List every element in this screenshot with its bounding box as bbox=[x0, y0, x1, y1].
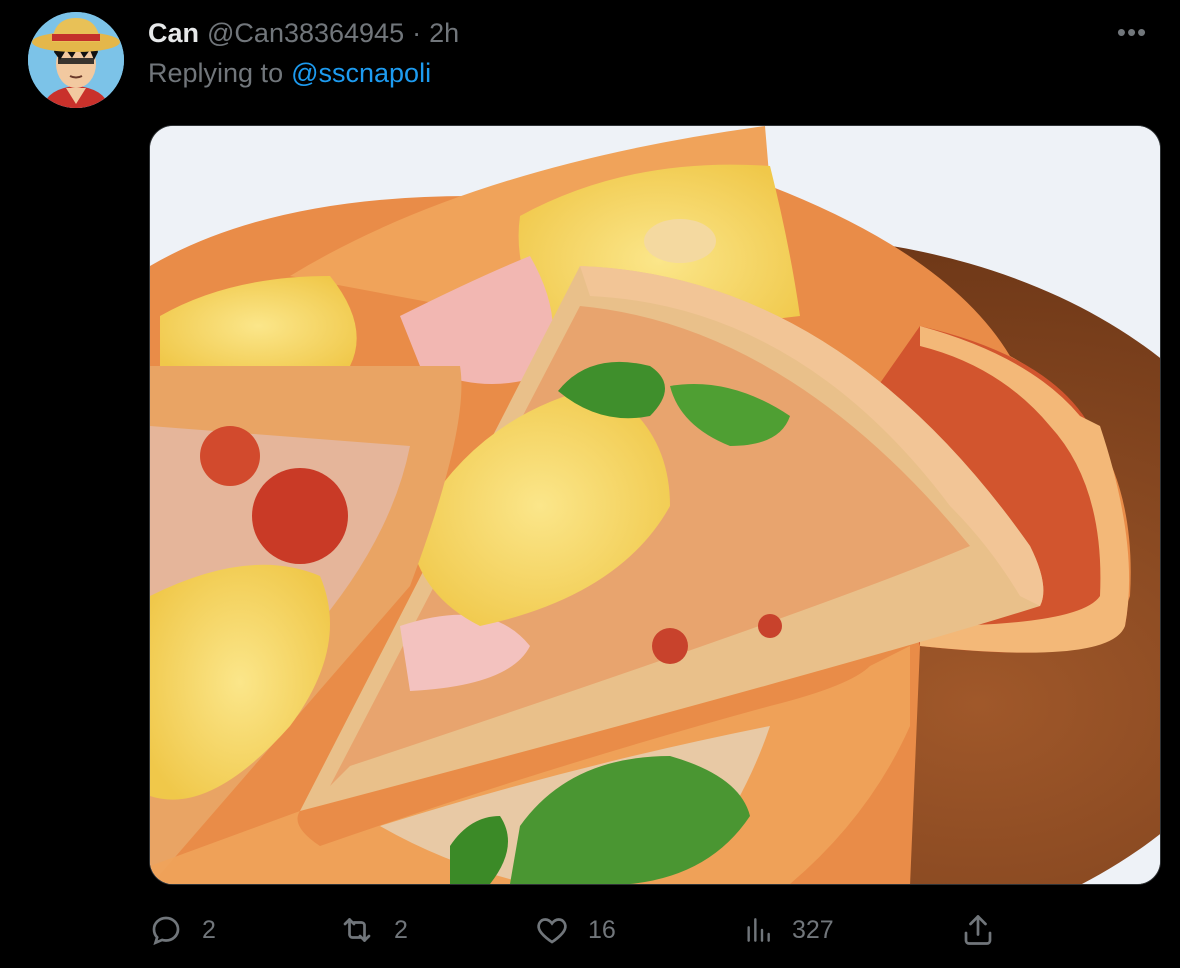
reply-count: 2 bbox=[202, 915, 216, 944]
tweet-header: Can @Can38364945 · 2h bbox=[148, 14, 459, 52]
retweet-icon bbox=[338, 912, 376, 948]
replying-prefix: Replying to bbox=[148, 58, 284, 88]
user-handle[interactable]: @Can38364945 bbox=[207, 18, 404, 49]
views-count: 327 bbox=[792, 915, 834, 944]
replying-handle-link[interactable]: @sscnapoli bbox=[291, 58, 431, 89]
avatar[interactable] bbox=[28, 12, 124, 108]
like-count: 16 bbox=[588, 915, 616, 944]
like-button[interactable]: 16 bbox=[534, 905, 616, 955]
share-button[interactable] bbox=[960, 905, 996, 955]
like-icon bbox=[534, 912, 570, 948]
share-icon bbox=[960, 912, 996, 948]
separator-dot: · bbox=[412, 17, 422, 48]
timestamp[interactable]: 2h bbox=[429, 18, 459, 49]
action-bar: 2 2 16 327 bbox=[0, 905, 1180, 955]
retweet-count: 2 bbox=[394, 915, 408, 944]
tweet[interactable]: Can @Can38364945 · 2h ••• Replying to @s… bbox=[0, 0, 1180, 968]
reply-button[interactable]: 2 bbox=[148, 905, 216, 955]
more-icon[interactable]: ••• bbox=[1112, 17, 1152, 47]
tweet-photo[interactable] bbox=[149, 125, 1161, 885]
display-name[interactable]: Can bbox=[148, 18, 199, 49]
reply-icon bbox=[148, 912, 184, 948]
replying-to: Replying to @sscnapoli bbox=[148, 58, 431, 89]
retweet-button[interactable]: 2 bbox=[338, 905, 408, 955]
views-icon bbox=[742, 913, 774, 947]
views-button[interactable]: 327 bbox=[742, 905, 834, 955]
